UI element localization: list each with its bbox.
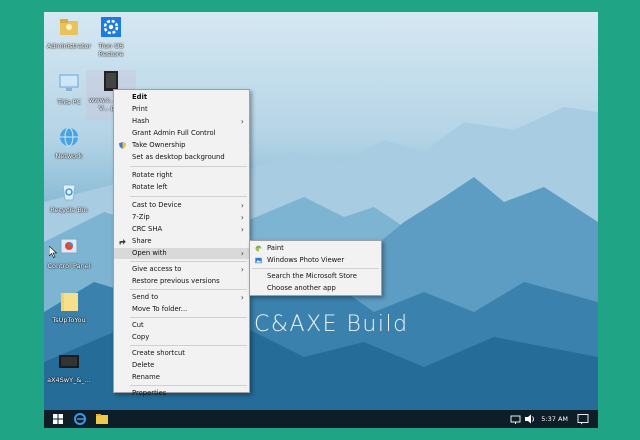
desktop-icon-label: Recycle Bin — [50, 206, 88, 214]
submenu-item-windows-photo-viewer[interactable]: Windows Photo Viewer — [250, 255, 381, 266]
chevron-right-icon: › — [240, 117, 244, 126]
menu-separator — [130, 166, 247, 167]
chevron-right-icon: › — [240, 265, 244, 274]
desktop-icon-label: TsUpToYou — [52, 316, 86, 324]
menu-item-grant-admin[interactable]: Grant Admin Full Control — [114, 128, 249, 139]
menu-item-rotate-right[interactable]: Rotate right — [114, 170, 249, 181]
gear-icon — [101, 17, 121, 37]
user-folder-icon — [60, 19, 78, 35]
submenu-item-paint[interactable]: Paint — [250, 243, 381, 254]
menu-separator — [130, 317, 247, 318]
menu-separator — [130, 196, 247, 197]
notification-icon — [577, 414, 589, 425]
menu-separator — [252, 268, 379, 269]
context-menu: Edit Print Hash › Grant Admin Full Contro… — [113, 89, 250, 397]
menu-item-set-desktop-background[interactable]: Set as desktop background — [114, 152, 249, 163]
open-with-submenu: Paint Windows Photo Viewer Search the Mi… — [249, 240, 382, 296]
speaker-icon — [525, 414, 534, 424]
volume-tray-icon[interactable] — [524, 410, 536, 428]
desktop-icon-network[interactable]: Network — [44, 126, 94, 160]
taskbar-clock[interactable]: 5:37 AM — [541, 410, 568, 428]
folder-icon — [96, 414, 108, 424]
menu-separator — [130, 345, 247, 346]
menu-item-move-to-folder[interactable]: Move To folder... — [114, 304, 249, 315]
menu-item-print[interactable]: Print — [114, 104, 249, 115]
network-icon — [510, 415, 521, 424]
menu-item-properties[interactable]: Properties — [114, 388, 249, 399]
chevron-right-icon: › — [240, 201, 244, 210]
menu-item-crc-sha[interactable]: CRC SHA › — [114, 224, 249, 235]
folder-icon — [61, 293, 78, 311]
menu-item-delete[interactable]: Delete — [114, 360, 249, 371]
watermark-text: C&AXE Build — [254, 312, 409, 337]
desktop-icon-tron-os-restore[interactable]: Tron OS Restore — [86, 16, 136, 58]
menu-item-create-shortcut[interactable]: Create shortcut — [114, 348, 249, 359]
chevron-right-icon: › — [240, 293, 244, 302]
menu-separator — [130, 261, 247, 262]
start-button[interactable] — [50, 410, 66, 428]
recycle-bin-icon — [62, 184, 76, 201]
menu-item-open-with[interactable]: Open with › — [114, 248, 249, 259]
menu-item-7zip[interactable]: 7-Zip › — [114, 212, 249, 223]
edge-browser-button[interactable] — [72, 410, 88, 428]
menu-item-hash[interactable]: Hash › — [114, 116, 249, 127]
menu-separator — [130, 385, 247, 386]
paint-icon — [255, 245, 262, 252]
desktop-screen: C&AXE Build Administrator Tron OS Restor… — [44, 12, 598, 428]
menu-item-take-ownership[interactable]: Take Ownership — [114, 140, 249, 151]
menu-item-give-access[interactable]: Give access to › — [114, 264, 249, 275]
shield-icon — [119, 142, 126, 149]
network-tray-icon[interactable] — [510, 410, 522, 428]
desktop-icon-recycle-bin[interactable]: Recycle Bin — [44, 180, 94, 214]
image-file-icon — [59, 355, 79, 368]
desktop-icon-label: aX4SwY_&_... — [47, 376, 91, 384]
menu-item-rename[interactable]: Rename — [114, 372, 249, 383]
taskbar: 5:37 AM — [44, 410, 598, 428]
mouse-cursor-icon — [49, 246, 57, 258]
chevron-right-icon: › — [240, 213, 244, 222]
desktop-icon-ax4swy[interactable]: aX4SwY_&_... — [44, 350, 94, 384]
share-icon — [119, 239, 126, 245]
menu-item-edit[interactable]: Edit — [114, 92, 249, 103]
desktop-icon-label: Network — [55, 152, 83, 160]
submenu-item-search-store[interactable]: Search the Microsoft Store — [250, 271, 381, 282]
file-explorer-button[interactable] — [94, 410, 110, 428]
desktop-icon-tsuptoyou[interactable]: TsUpToYou — [44, 290, 94, 324]
computer-icon — [59, 74, 79, 91]
windows-logo-icon — [53, 414, 63, 424]
menu-item-cut[interactable]: Cut — [114, 320, 249, 331]
desktop-icon-label: Tron OS Restore — [98, 42, 124, 58]
menu-item-copy[interactable]: Copy — [114, 332, 249, 343]
menu-item-cast-to-device[interactable]: Cast to Device › — [114, 200, 249, 211]
menu-item-rotate-left[interactable]: Rotate left — [114, 182, 249, 193]
menu-item-restore-previous-versions[interactable]: Restore previous versions — [114, 276, 249, 287]
submenu-item-choose-another-app[interactable]: Choose another app — [250, 283, 381, 294]
control-panel-icon — [60, 238, 78, 254]
chevron-right-icon: › — [240, 225, 244, 234]
desktop-icon-label: Control Panel — [47, 262, 91, 270]
photo-viewer-icon — [255, 257, 262, 264]
globe-icon — [60, 127, 78, 147]
menu-item-send-to[interactable]: Send to › — [114, 292, 249, 303]
action-center-button[interactable] — [576, 410, 590, 428]
edge-icon — [74, 413, 86, 425]
menu-separator — [130, 289, 247, 290]
chevron-right-icon: › — [240, 249, 244, 258]
menu-item-share[interactable]: Share — [114, 236, 249, 247]
